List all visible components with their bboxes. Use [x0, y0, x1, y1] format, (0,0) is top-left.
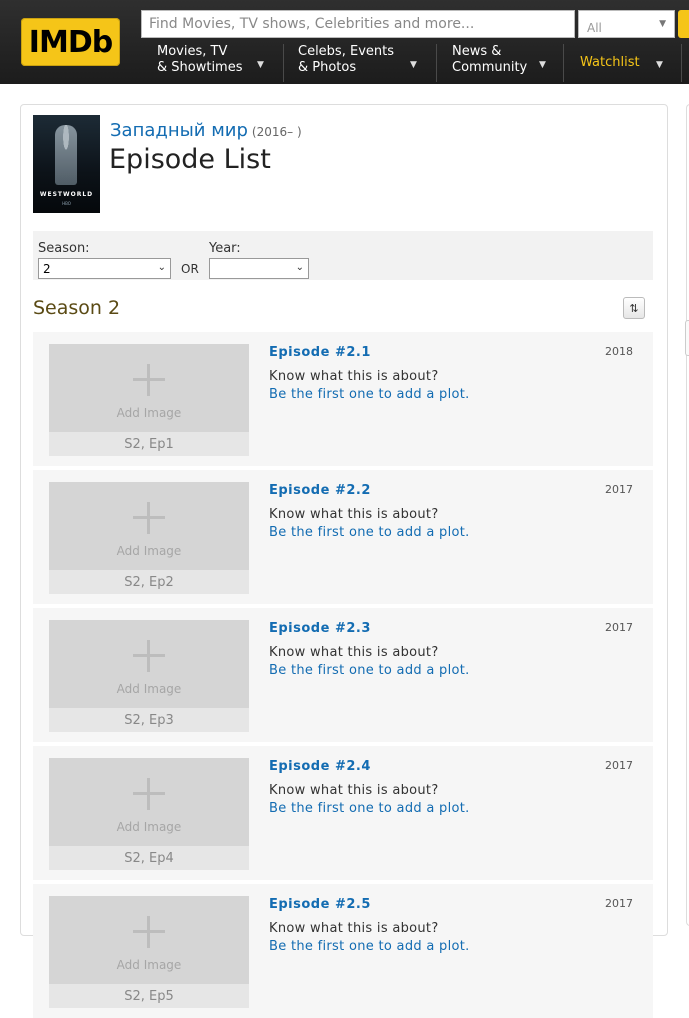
- chevron-down-icon: ⌄: [295, 262, 304, 273]
- search-input[interactable]: [142, 11, 574, 37]
- episode-image-placeholder[interactable]: Add Image S2, Ep1: [49, 344, 249, 456]
- episode-number: S2, Ep2: [124, 575, 174, 590]
- search-box: [141, 10, 575, 38]
- add-image-label: Add Image: [116, 820, 182, 834]
- nav-news-community[interactable]: News & Community ▼: [452, 44, 546, 84]
- chevron-down-icon: ⌄: [157, 262, 166, 273]
- episode-row: Add Image S2, Ep5 Episode #2.5 2017 Know…: [33, 884, 653, 1018]
- season-select-value: 2: [43, 262, 51, 276]
- season-select[interactable]: 2 ⌄: [38, 258, 171, 279]
- plot-question: Know what this is about?: [269, 507, 439, 522]
- nav-label: Movies, TV: [157, 44, 228, 59]
- page-title: Episode List: [109, 144, 271, 175]
- nav-label: Celebs, Events: [298, 44, 394, 59]
- sort-order-button[interactable]: ⇅: [623, 297, 645, 319]
- sort-arrows-icon: ⇅: [629, 301, 639, 315]
- search-category-value: All: [587, 21, 602, 35]
- add-plot-link[interactable]: Be the first one to add a plot.: [269, 525, 470, 540]
- nav-label: & Photos: [298, 60, 357, 75]
- episode-image-placeholder[interactable]: Add Image S2, Ep4: [49, 758, 249, 870]
- or-label: OR: [181, 262, 199, 276]
- episode-row: Add Image S2, Ep1 Episode #2.1 2018 Know…: [33, 332, 653, 466]
- imdb-logo[interactable]: IMDb: [21, 18, 120, 66]
- episode-number: S2, Ep1: [124, 437, 174, 452]
- add-image-label: Add Image: [116, 958, 182, 972]
- plus-icon: [133, 778, 165, 810]
- add-plot-link[interactable]: Be the first one to add a plot.: [269, 663, 470, 678]
- episode-image-placeholder[interactable]: Add Image S2, Ep3: [49, 620, 249, 732]
- plot-question: Know what this is about?: [269, 369, 439, 384]
- season-heading: Season 2: [33, 297, 121, 319]
- add-plot-link[interactable]: Be the first one to add a plot.: [269, 939, 470, 954]
- episode-airdate: 2017: [605, 759, 633, 772]
- episode-title-link[interactable]: Episode #2.5: [269, 897, 371, 912]
- episode-row: Add Image S2, Ep2 Episode #2.2 2017 Know…: [33, 470, 653, 604]
- show-title-link[interactable]: Западный мир (2016– ): [110, 120, 302, 141]
- episode-title-link[interactable]: Episode #2.3: [269, 621, 371, 636]
- episode-airdate: 2017: [605, 897, 633, 910]
- chevron-down-icon: ▼: [257, 60, 264, 70]
- episode-image-placeholder[interactable]: Add Image S2, Ep5: [49, 896, 249, 1008]
- nav-divider: [283, 44, 284, 82]
- chevron-down-icon: ▼: [539, 60, 546, 70]
- add-plot-link[interactable]: Be the first one to add a plot.: [269, 801, 470, 816]
- year-select[interactable]: ⌄: [209, 258, 309, 279]
- nav-divider: [563, 44, 564, 82]
- episode-airdate: 2018: [605, 345, 633, 358]
- plot-question: Know what this is about?: [269, 645, 439, 660]
- add-image-label: Add Image: [116, 406, 182, 420]
- nav-label: & Showtimes: [157, 60, 243, 75]
- episode-number: S2, Ep5: [124, 989, 174, 1004]
- plot-question: Know what this is about?: [269, 783, 439, 798]
- episode-title-link[interactable]: Episode #2.2: [269, 483, 371, 498]
- plus-icon: [133, 916, 165, 948]
- show-poster[interactable]: WESTWORLD HBO: [33, 115, 100, 213]
- chevron-down-icon: ▼: [659, 19, 666, 29]
- episode-row: Add Image S2, Ep3 Episode #2.3 2017 Know…: [33, 608, 653, 742]
- nav-label: News &: [452, 44, 502, 59]
- year-label: Year:: [209, 241, 241, 256]
- episode-title-link[interactable]: Episode #2.4: [269, 759, 371, 774]
- chevron-down-icon: ▼: [410, 60, 417, 70]
- episode-number: S2, Ep4: [124, 851, 174, 866]
- poster-title: WESTWORLD: [39, 191, 94, 198]
- nav-celebs-events-photos[interactable]: Celebs, Events & Photos ▼: [298, 44, 417, 84]
- nav-movies-tv-showtimes[interactable]: Movies, TV & Showtimes ▼: [157, 44, 264, 84]
- poster-network: HBO: [62, 201, 71, 206]
- plot-question: Know what this is about?: [269, 921, 439, 936]
- show-years: (2016– ): [251, 125, 302, 139]
- plus-icon: [133, 364, 165, 396]
- nav-watchlist[interactable]: Watchlist ▼: [580, 55, 663, 95]
- add-image-label: Add Image: [116, 682, 182, 696]
- nav-divider: [436, 44, 437, 82]
- show-title: Западный мир: [110, 120, 248, 141]
- search-button[interactable]: [678, 10, 689, 38]
- episode-number: S2, Ep3: [124, 713, 174, 728]
- nav-divider: [681, 44, 682, 82]
- plus-icon: [133, 640, 165, 672]
- plus-icon: [133, 502, 165, 534]
- episode-airdate: 2017: [605, 483, 633, 496]
- nav-label: Watchlist: [580, 55, 640, 70]
- episode-title-link[interactable]: Episode #2.1: [269, 345, 371, 360]
- sidebar-tab[interactable]: [685, 320, 689, 356]
- season-label: Season:: [38, 241, 90, 256]
- chevron-down-icon: ▼: [656, 60, 663, 70]
- episode-row: Add Image S2, Ep4 Episode #2.4 2017 Know…: [33, 746, 653, 880]
- search-category-select[interactable]: All ▼: [578, 10, 675, 38]
- episode-image-placeholder[interactable]: Add Image S2, Ep2: [49, 482, 249, 594]
- poster-figure: [55, 125, 77, 185]
- nav-label: Community: [452, 60, 528, 75]
- add-image-label: Add Image: [116, 544, 182, 558]
- add-plot-link[interactable]: Be the first one to add a plot.: [269, 387, 470, 402]
- episode-airdate: 2017: [605, 621, 633, 634]
